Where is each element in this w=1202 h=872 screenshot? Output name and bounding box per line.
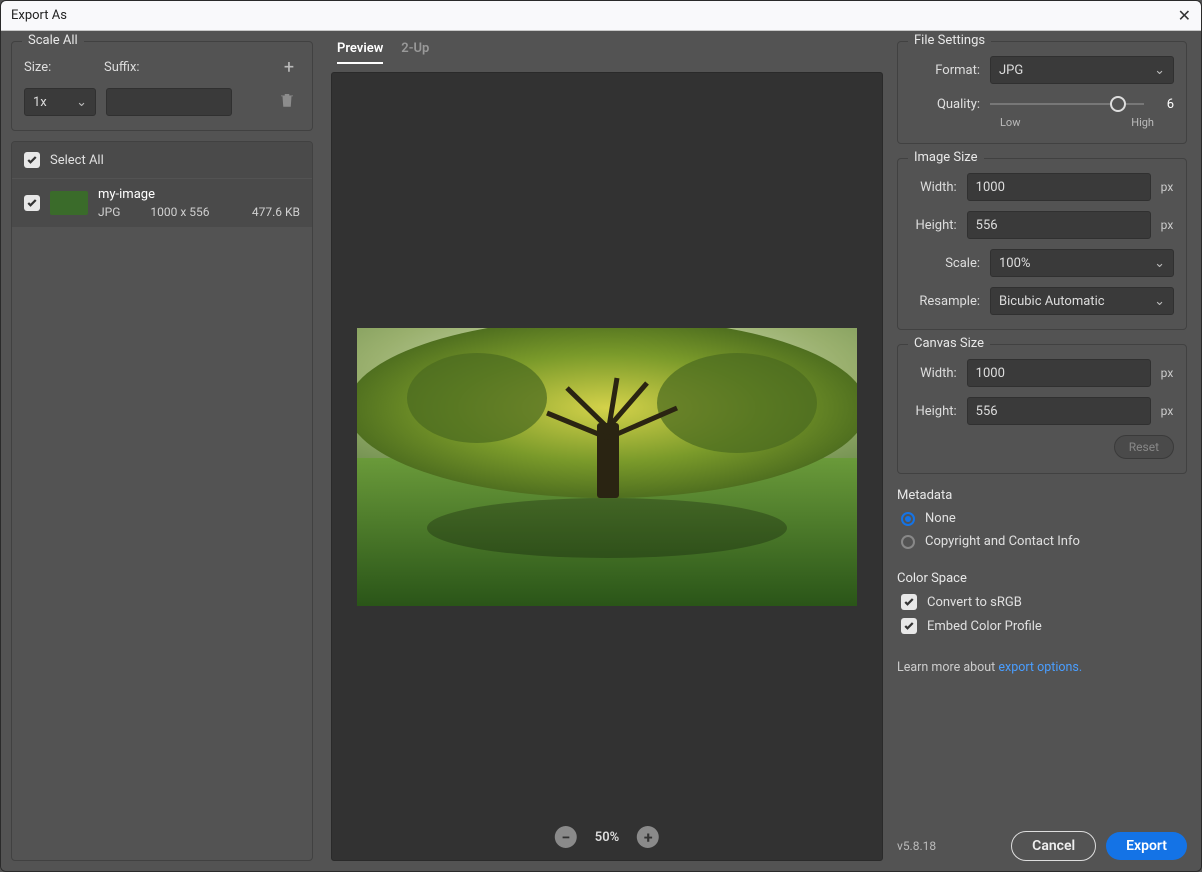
embed-profile-label: Embed Color Profile — [927, 619, 1042, 634]
right-panel: File Settings Format: JPG ⌄ Quality: 6 — [891, 31, 1201, 871]
image-size-group: Image Size Width: px Height: px Scale: 1… — [897, 158, 1187, 330]
size-label: Size: — [24, 60, 94, 75]
select-all-label: Select All — [50, 153, 104, 168]
canvas-height-label: Height: — [910, 404, 957, 419]
metadata-contact-label: Copyright and Contact Info — [925, 534, 1080, 549]
asset-filesize: 477.6 KB — [252, 205, 300, 219]
chevron-down-icon: ⌄ — [76, 95, 87, 110]
color-space-section: Color Space Convert to sRGB Embed Color … — [897, 571, 1187, 642]
metadata-section: Metadata None Copyright and Contact Info — [897, 488, 1187, 557]
dialog-footer: v5.8.18 Cancel Export — [897, 817, 1187, 861]
srgb-label: Convert to sRGB — [927, 595, 1022, 610]
center-panel: Preview 2-Up — [323, 31, 891, 871]
color-space-title: Color Space — [897, 571, 1187, 586]
select-all-row: Select All — [12, 142, 312, 178]
tab-2up[interactable]: 2-Up — [401, 41, 429, 64]
slider-thumb[interactable] — [1110, 96, 1126, 112]
metadata-none-label: None — [925, 511, 956, 526]
width-label: Width: — [910, 180, 957, 195]
resample-label: Resample: — [910, 294, 980, 309]
zoom-level: 50% — [595, 830, 619, 845]
px-unit: px — [1161, 404, 1174, 418]
format-select[interactable]: JPG ⌄ — [990, 56, 1174, 84]
asset-panel: Select All my-image JPG 1000 x 556 477.6… — [11, 141, 313, 861]
file-settings-legend: File Settings — [908, 33, 991, 48]
left-panel: Scale All Size: Suffix: + 1x ⌄ — [1, 31, 323, 871]
metadata-contact-radio[interactable] — [901, 535, 915, 549]
height-label: Height: — [910, 218, 957, 233]
scale-all-group: Scale All Size: Suffix: + 1x ⌄ — [11, 41, 313, 131]
size-value: 1x — [33, 95, 47, 110]
metadata-none-radio[interactable] — [901, 512, 915, 526]
cancel-button[interactable]: Cancel — [1011, 831, 1096, 861]
canvas-height-input[interactable] — [967, 397, 1151, 425]
preview-image — [357, 328, 857, 606]
px-unit: px — [1161, 180, 1174, 194]
quality-high-label: High — [1131, 116, 1154, 129]
asset-thumbnail — [50, 191, 88, 215]
titlebar: Export As ✕ — [1, 1, 1201, 31]
zoom-in-button[interactable]: + — [637, 826, 659, 848]
learn-more: Learn more about export options. — [897, 660, 1187, 675]
asset-name: my-image — [98, 187, 300, 202]
add-scale-button[interactable]: + — [278, 56, 300, 78]
tab-preview[interactable]: Preview — [337, 41, 383, 64]
asset-checkbox[interactable] — [24, 195, 40, 211]
image-height-input[interactable] — [967, 211, 1151, 239]
quality-value: 6 — [1154, 97, 1174, 112]
scale-all-legend: Scale All — [22, 33, 84, 48]
px-unit: px — [1161, 366, 1174, 380]
resample-select[interactable]: Bicubic Automatic ⌄ — [990, 287, 1174, 315]
close-icon[interactable]: ✕ — [1178, 6, 1191, 25]
chevron-down-icon: ⌄ — [1154, 256, 1165, 271]
quality-label: Quality: — [910, 97, 980, 112]
srgb-checkbox[interactable] — [901, 594, 917, 610]
window-title: Export As — [11, 8, 67, 23]
image-size-legend: Image Size — [908, 150, 984, 165]
suffix-input[interactable] — [106, 88, 232, 116]
asset-dimensions: 1000 x 556 — [150, 205, 209, 219]
scale-label: Scale: — [910, 256, 980, 271]
reset-button[interactable]: Reset — [1114, 435, 1174, 459]
asset-format: JPG — [98, 205, 120, 219]
quality-slider[interactable] — [990, 94, 1144, 114]
suffix-label: Suffix: — [104, 60, 268, 75]
export-as-dialog: Export As ✕ Scale All Size: Suffix: + 1x… — [0, 0, 1202, 872]
export-button[interactable]: Export — [1106, 832, 1187, 860]
trash-icon[interactable] — [278, 91, 300, 113]
chevron-down-icon: ⌄ — [1154, 294, 1165, 309]
export-options-link[interactable]: export options. — [998, 660, 1082, 675]
zoom-out-button[interactable]: − — [555, 826, 577, 848]
quality-low-label: Low — [1000, 116, 1020, 129]
zoom-controls: − 50% + — [555, 826, 659, 848]
canvas-width-input[interactable] — [967, 359, 1151, 387]
select-all-checkbox[interactable] — [24, 152, 40, 168]
asset-item[interactable]: my-image JPG 1000 x 556 477.6 KB — [12, 179, 312, 227]
metadata-title: Metadata — [897, 488, 1187, 503]
embed-profile-checkbox[interactable] — [901, 618, 917, 634]
scale-select[interactable]: 100% ⌄ — [990, 249, 1174, 277]
file-settings-group: File Settings Format: JPG ⌄ Quality: 6 — [897, 41, 1187, 144]
canvas-width-label: Width: — [910, 366, 957, 381]
image-width-input[interactable] — [967, 173, 1151, 201]
size-select[interactable]: 1x ⌄ — [24, 88, 96, 116]
canvas-size-legend: Canvas Size — [908, 336, 990, 351]
px-unit: px — [1161, 218, 1174, 232]
preview-tabs: Preview 2-Up — [323, 41, 891, 72]
chevron-down-icon: ⌄ — [1154, 63, 1165, 78]
canvas-size-group: Canvas Size Width: px Height: px Reset — [897, 344, 1187, 474]
version-label: v5.8.18 — [897, 839, 936, 853]
preview-canvas: − 50% + — [331, 72, 883, 861]
format-label: Format: — [910, 63, 980, 78]
